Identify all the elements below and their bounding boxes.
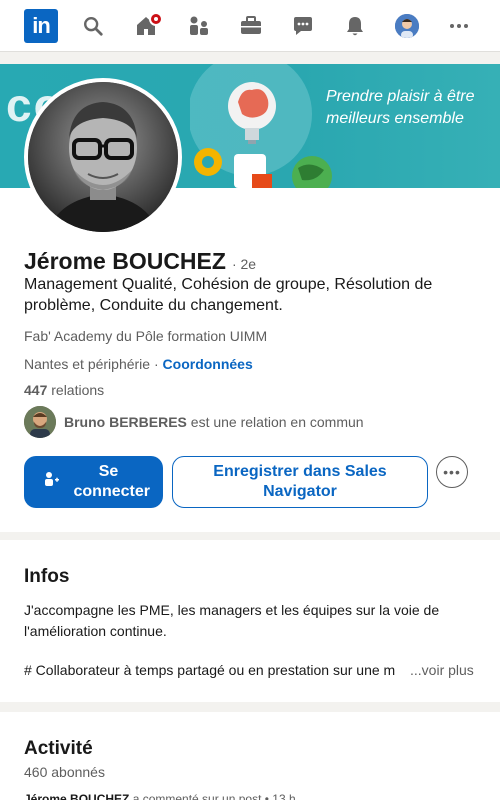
mutual-connection-text: Bruno BERBERES est une relation en commu… <box>64 414 364 430</box>
search-icon[interactable] <box>75 8 111 44</box>
me-avatar[interactable] <box>389 8 425 44</box>
profile-headline: Management Qualité, Cohésion de groupe, … <box>24 276 433 314</box>
messaging-icon[interactable] <box>285 8 321 44</box>
mutual-connection-suffix: est une relation en commun <box>186 414 364 430</box>
add-person-icon <box>44 471 60 493</box>
mutual-connection-name: Bruno BERBERES <box>64 414 187 430</box>
profile-company: Fab' Academy du Pôle formation UIMM <box>24 328 268 344</box>
location-separator: · <box>150 356 163 372</box>
profile-card: co...o Prendre plaisir à être meilleurs … <box>0 64 500 532</box>
notification-badge <box>149 12 163 26</box>
see-more-link[interactable]: ...voir plus <box>410 662 474 678</box>
profile-location-row: Nantes et périphérie · Coordonnées <box>24 356 253 372</box>
more-dots-icon: ••• <box>443 464 461 480</box>
connect-button[interactable]: Se connecter <box>24 456 163 508</box>
about-section: Infos J'accompagne les PME, les managers… <box>0 540 500 702</box>
about-text-truncated-row: # Collaborateur à temps partagé ou en pr… <box>24 662 476 678</box>
followers-count[interactable]: 460 abonnés <box>24 764 105 780</box>
about-text: J'accompagne les PME, les managers et le… <box>24 602 440 639</box>
about-title: Infos <box>24 566 70 587</box>
activity-author[interactable]: Jérome BOUCHEZ <box>24 792 129 800</box>
top-navigation-bar: in <box>0 0 500 52</box>
sales-navigator-button-label: Enregistrer dans Sales Navigator <box>213 463 387 500</box>
more-icon[interactable] <box>441 8 477 44</box>
connect-button-label: Se connecter <box>73 463 150 500</box>
relations-count: 447 <box>24 382 48 398</box>
jobs-icon[interactable] <box>233 8 269 44</box>
relations-count-row[interactable]: 447 relations <box>24 382 104 398</box>
banner-tagline: Prendre plaisir à être meilleurs ensembl… <box>326 88 475 127</box>
activity-section: Activité 460 abonnés Jérome BOUCHEZ a co… <box>0 712 500 800</box>
profile-photo[interactable] <box>24 78 182 236</box>
connection-degree: · 2e <box>231 256 257 272</box>
save-to-sales-navigator-button[interactable]: Enregistrer dans Sales Navigator <box>172 456 428 508</box>
activity-description: a commenté sur un post • 13 h <box>129 792 296 800</box>
linkedin-logo[interactable]: in <box>24 9 58 43</box>
profile-location: Nantes et périphérie <box>24 356 151 372</box>
mutual-connection-avatar <box>24 406 56 438</box>
contact-info-link[interactable]: Coordonnées <box>163 356 253 372</box>
mutual-connection-row[interactable]: Bruno BERBERES est une relation en commu… <box>24 406 364 438</box>
notifications-icon[interactable] <box>337 8 373 44</box>
activity-item-header: Jérome BOUCHEZ a commenté sur un post • … <box>24 792 296 800</box>
banner-illustration <box>190 64 332 188</box>
home-icon[interactable] <box>128 8 164 44</box>
relations-label: relations <box>47 382 105 398</box>
more-actions-button[interactable]: ••• <box>436 456 468 488</box>
my-network-icon[interactable] <box>181 8 217 44</box>
activity-title: Activité <box>24 738 93 759</box>
profile-name: Jérome BOUCHEZ <box>24 248 226 274</box>
name-row: Jérome BOUCHEZ · 2e <box>24 248 256 275</box>
about-text-truncated: # Collaborateur à temps partagé ou en pr… <box>24 662 396 678</box>
